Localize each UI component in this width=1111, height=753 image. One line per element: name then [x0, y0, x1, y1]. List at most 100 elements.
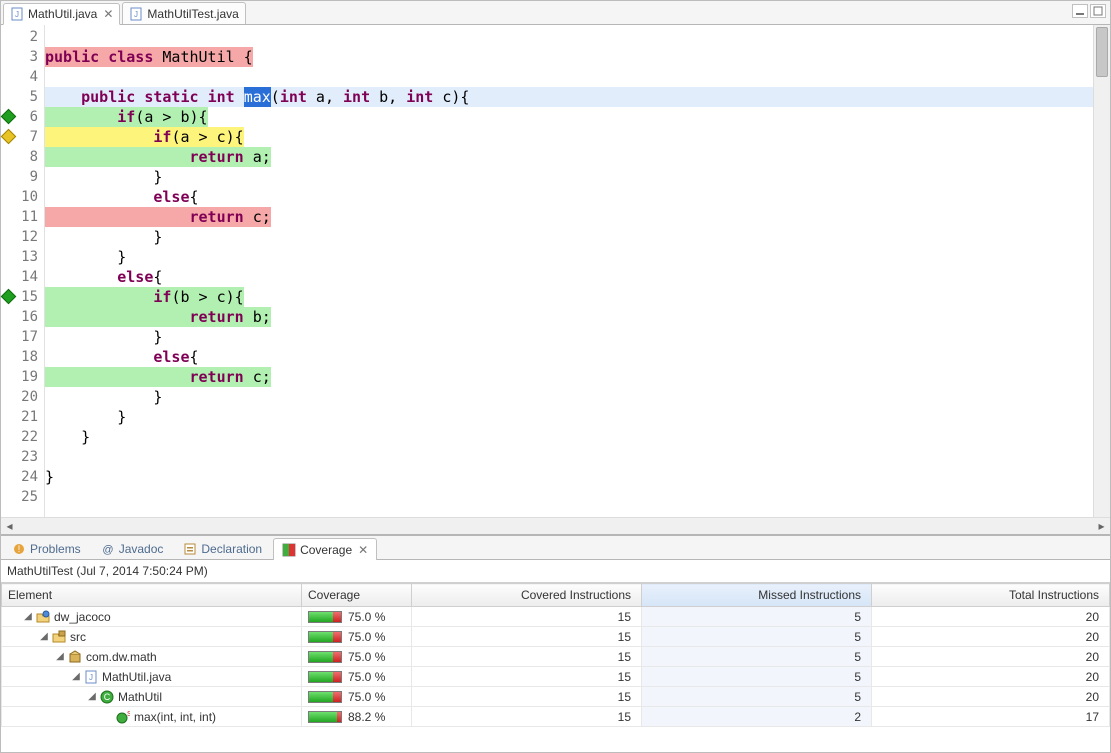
editor-tab-1[interactable]: JMathUtilTest.java	[122, 2, 245, 24]
code-line[interactable]: return b;	[45, 307, 1093, 327]
close-icon[interactable]: ✕	[358, 543, 368, 557]
code-line[interactable]	[45, 27, 1093, 47]
javadoc-icon: @	[101, 542, 115, 556]
svg-text:J: J	[89, 673, 93, 682]
line-number: 5	[1, 87, 44, 107]
line-number: 24	[1, 467, 44, 487]
line-number: 10	[1, 187, 44, 207]
view-tab-javadoc[interactable]: @ Javadoc	[92, 537, 173, 559]
line-number: 13	[1, 247, 44, 267]
coverage-pct: 75.0 %	[348, 670, 385, 684]
view-tab-label: Declaration	[201, 542, 262, 556]
code-line[interactable]: public static int max(int a, int b, int …	[45, 87, 1093, 107]
total-count: 20	[872, 627, 1110, 647]
element-label: MathUtil	[118, 690, 162, 704]
close-icon[interactable]: ✕	[103, 7, 113, 21]
missed-count: 5	[642, 607, 872, 627]
code-line[interactable]	[45, 67, 1093, 87]
line-number: 22	[1, 427, 44, 447]
code-line[interactable]: if(b > c){	[45, 287, 1093, 307]
view-tab-label: Javadoc	[119, 542, 164, 556]
code-line[interactable]: else{	[45, 347, 1093, 367]
code-line[interactable]	[45, 487, 1093, 507]
svg-text:C: C	[104, 692, 111, 702]
missed-count: 2	[642, 707, 872, 727]
tree-expand-icon[interactable]: ◢	[22, 611, 34, 622]
element-label: MathUtil.java	[102, 670, 171, 684]
line-number: 23	[1, 447, 44, 467]
coverage-pct: 75.0 %	[348, 690, 385, 704]
col-missed[interactable]: Missed Instructions	[642, 584, 872, 607]
col-coverage[interactable]: Coverage	[302, 584, 412, 607]
coverage-bar	[308, 711, 342, 723]
code-line[interactable]: return c;	[45, 367, 1093, 387]
scroll-left-icon[interactable]: ◂	[1, 519, 18, 534]
tree-expand-icon[interactable]: ◢	[86, 691, 98, 702]
javafile-icon: J	[84, 670, 98, 684]
code-line[interactable]: }	[45, 167, 1093, 187]
method-icon: S	[116, 710, 130, 724]
tree-expand-icon[interactable]: ◢	[54, 651, 66, 662]
table-row[interactable]: ◢CMathUtil75.0 %15520	[2, 687, 1110, 707]
project-icon	[36, 610, 50, 624]
code-line[interactable]	[45, 447, 1093, 467]
view-tab-problems[interactable]: !Problems	[3, 537, 90, 559]
col-total[interactable]: Total Instructions	[872, 584, 1110, 607]
scroll-right-icon[interactable]: ▸	[1093, 519, 1110, 534]
coverage-pct: 75.0 %	[348, 610, 385, 624]
code-line[interactable]: return a;	[45, 147, 1093, 167]
line-number: 4	[1, 67, 44, 87]
code-line[interactable]: }	[45, 247, 1093, 267]
code-line[interactable]: public class MathUtil {	[45, 47, 1093, 67]
tree-expand-icon[interactable]: ◢	[70, 671, 82, 682]
code-line[interactable]: }	[45, 467, 1093, 487]
view-tab-coverage[interactable]: Coverage✕	[273, 538, 377, 560]
col-covered[interactable]: Covered Instructions	[412, 584, 642, 607]
total-count: 20	[872, 667, 1110, 687]
element-label: dw_jacoco	[54, 610, 111, 624]
view-tab-declaration[interactable]: Declaration	[174, 537, 271, 559]
covered-count: 15	[412, 607, 642, 627]
table-row[interactable]: ◢com.dw.math75.0 %15520	[2, 647, 1110, 667]
code-line[interactable]: if(a > c){	[45, 127, 1093, 147]
coverage-marker-green-icon	[1, 109, 17, 125]
code-line[interactable]: }	[45, 227, 1093, 247]
minimize-view-button[interactable]	[1072, 4, 1088, 18]
code-line[interactable]: }	[45, 427, 1093, 447]
code-line[interactable]: }	[45, 387, 1093, 407]
editor-tab-0[interactable]: JMathUtil.java✕	[3, 3, 120, 25]
view-tab-label: Problems	[30, 542, 81, 556]
line-number: 16	[1, 307, 44, 327]
svg-text:J: J	[134, 10, 138, 19]
coverage-bar	[308, 631, 342, 643]
col-element[interactable]: Element	[2, 584, 302, 607]
maximize-view-button[interactable]	[1090, 4, 1106, 18]
view-tab-strip: !Problems @ Javadoc Declaration Coverage✕	[1, 536, 1110, 560]
line-number: 7	[1, 127, 44, 147]
coverage-pct: 75.0 %	[348, 650, 385, 664]
code-line[interactable]: else{	[45, 187, 1093, 207]
code-line[interactable]: else{	[45, 267, 1093, 287]
code-line[interactable]: return c;	[45, 207, 1093, 227]
element-label: src	[70, 630, 86, 644]
line-number: 8	[1, 147, 44, 167]
java-file-icon: J	[10, 7, 24, 21]
code-line[interactable]: }	[45, 407, 1093, 427]
coverage-session-title: MathUtilTest (Jul 7, 2014 7:50:24 PM)	[1, 560, 1110, 582]
table-row[interactable]: Smax(int, int, int)88.2 %15217	[2, 707, 1110, 727]
code-line[interactable]: if(a > b){	[45, 107, 1093, 127]
horizontal-scrollbar[interactable]: ◂ ▸	[1, 517, 1110, 534]
line-number: 12	[1, 227, 44, 247]
table-row[interactable]: ◢JMathUtil.java75.0 %15520	[2, 667, 1110, 687]
table-row[interactable]: ◢src75.0 %15520	[2, 627, 1110, 647]
line-number: 17	[1, 327, 44, 347]
code-line[interactable]: }	[45, 327, 1093, 347]
vertical-scrollbar[interactable]	[1093, 25, 1110, 517]
table-row[interactable]: ◢dw_jacoco75.0 %15520	[2, 607, 1110, 627]
class-icon: C	[100, 690, 114, 704]
code-editor[interactable]: public class MathUtil { public static in…	[45, 25, 1093, 517]
missed-count: 5	[642, 667, 872, 687]
line-number: 25	[1, 487, 44, 507]
tree-expand-icon[interactable]: ◢	[38, 631, 50, 642]
svg-text:J: J	[15, 10, 19, 19]
